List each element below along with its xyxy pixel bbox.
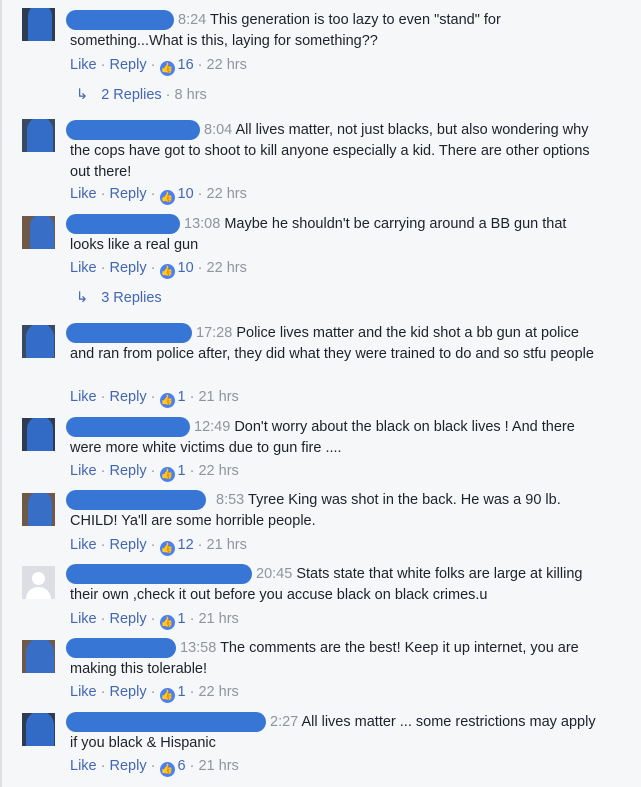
avatar[interactable] [22,8,55,41]
comment-body: Don't worry about the black on black liv… [70,419,575,456]
like-link[interactable]: Like [70,758,97,774]
thumbs-up-icon[interactable]: 👍 [159,393,175,408]
avatar[interactable] [22,325,55,358]
view-replies-link[interactable]: ↳ 3 Replies [76,288,162,308]
like-count[interactable]: 1 [178,611,186,627]
like-link[interactable]: Like [70,537,97,553]
comment-text: 12:49 Don't worry about the black on bla… [70,417,600,459]
comment-actions: Like · Reply · 👍 6 · 21 hrs [70,758,239,777]
default-avatar-icon[interactable] [22,566,55,599]
thumbs-up-icon[interactable]: 👍 [159,190,175,205]
comment-text: 2:27 All lives matter ... some restricti… [70,712,600,754]
comment-age[interactable]: 21 hrs [198,389,238,405]
comment-body: Stats state that white folks are large a… [70,566,583,603]
thumbs-up-icon[interactable]: 👍 [159,541,175,556]
thumbs-up-icon[interactable]: 👍 [159,61,175,76]
comment-actions: Like · Reply · 👍 1 · 22 hrs [70,463,239,482]
comment-time[interactable]: 13:58 [180,640,216,656]
comment-age[interactable]: 21 hrs [198,611,238,627]
avatar[interactable] [22,493,55,526]
comment-age[interactable]: 22 hrs [207,57,247,73]
reply-link[interactable]: Reply [110,57,147,73]
comment-age[interactable]: 22 hrs [198,463,238,479]
avatar[interactable] [22,640,55,673]
like-link[interactable]: Like [70,389,97,405]
comment-actions: Like · Reply · 👍 1 · 21 hrs [70,611,239,630]
reply-link[interactable]: Reply [110,260,147,276]
comment-time[interactable]: 13:08 [184,216,220,232]
comment-time[interactable]: 8:04 [204,122,232,138]
thumbs-up-icon[interactable]: 👍 [159,762,175,777]
view-replies-link[interactable]: ↳ 2 Replies · 8 hrs [76,85,207,105]
comment-time[interactable]: 8:24 [178,12,206,28]
reply-link[interactable]: Reply [110,684,147,700]
left-border [0,0,2,787]
comment-actions: Like · Reply · 👍 16 · 22 hrs [70,57,247,76]
comment-age[interactable]: 21 hrs [198,758,238,774]
like-link[interactable]: Like [70,260,97,276]
comment-text: 8:04 All lives matter, not just blacks, … [70,120,600,183]
like-count[interactable]: 16 [178,57,194,73]
like-link[interactable]: Like [70,684,97,700]
avatar[interactable] [22,713,55,746]
thumbs-up-icon[interactable]: 👍 [159,264,175,279]
comment-time[interactable]: 20:45 [256,566,292,582]
like-link[interactable]: Like [70,57,97,73]
comment-age[interactable]: 22 hrs [207,186,247,202]
like-count[interactable]: 1 [178,684,186,700]
comment-text: 17:28 Police lives matter and the kid sh… [70,323,600,365]
comment-time[interactable]: 17:28 [196,325,232,341]
reply-link[interactable]: Reply [110,186,147,202]
comment-time[interactable]: 2:27 [270,714,298,730]
comment-actions: Like · Reply · 👍 10 · 22 hrs [70,260,247,279]
comment-age[interactable]: 22 hrs [207,260,247,276]
reply-link[interactable]: Reply [110,463,147,479]
comment-time[interactable]: 8:53 [216,492,244,508]
like-link[interactable]: Like [70,463,97,479]
comment-text: 8:53 Tyree King was shot in the back. He… [70,490,600,532]
comment-text: 8:24 This generation is too lazy to even… [70,10,600,52]
reply-arrow-icon: ↳ [76,87,89,103]
thumbs-up-icon[interactable]: 👍 [159,467,175,482]
comment-text: 13:08 Maybe he shouldn't be carrying aro… [70,214,600,256]
comment-actions: Like · Reply · 👍 10 · 22 hrs [70,186,247,205]
comment-age[interactable]: 22 hrs [198,684,238,700]
avatar[interactable] [22,216,55,249]
comment-body: The comments are the best! Keep it up in… [70,640,579,677]
thumbs-up-icon[interactable]: 👍 [159,615,175,630]
comment-actions: Like · Reply · 👍 1 · 22 hrs [70,684,239,703]
reply-link[interactable]: Reply [110,537,147,553]
comment-body: Maybe he shouldn't be carrying around a … [70,216,567,253]
like-count[interactable]: 1 [178,389,186,405]
comment-text: 20:45 Stats state that white folks are l… [70,564,600,606]
comment-body: All lives matter ... some restrictions m… [70,714,596,751]
like-count[interactable]: 6 [178,758,186,774]
comment-body: Tyree King was shot in the back. He was … [70,492,561,529]
like-count[interactable]: 10 [178,186,194,202]
thumbs-up-icon[interactable]: 👍 [159,688,175,703]
avatar[interactable] [22,418,55,451]
comment-body: Police lives matter and the kid shot a b… [70,325,594,362]
reply-arrow-icon: ↳ [76,290,89,306]
reply-link[interactable]: Reply [110,611,147,627]
reply-link[interactable]: Reply [110,758,147,774]
reply-link[interactable]: Reply [110,389,147,405]
like-count[interactable]: 12 [178,537,194,553]
comment-actions: Like · Reply · 👍 1 · 21 hrs [70,389,239,408]
comment-time[interactable]: 12:49 [194,419,230,435]
comment-text: 13:58 The comments are the best! Keep it… [70,638,600,680]
comment-actions: Like · Reply · 👍 12 · 21 hrs [70,537,247,556]
like-link[interactable]: Like [70,186,97,202]
avatar[interactable] [22,119,55,152]
like-count[interactable]: 1 [178,463,186,479]
like-link[interactable]: Like [70,611,97,627]
comment-body: This generation is too lazy to even "sta… [70,12,501,49]
comment-body: All lives matter, not just blacks, but a… [70,122,590,180]
like-count[interactable]: 10 [178,260,194,276]
comment-age[interactable]: 21 hrs [207,537,247,553]
